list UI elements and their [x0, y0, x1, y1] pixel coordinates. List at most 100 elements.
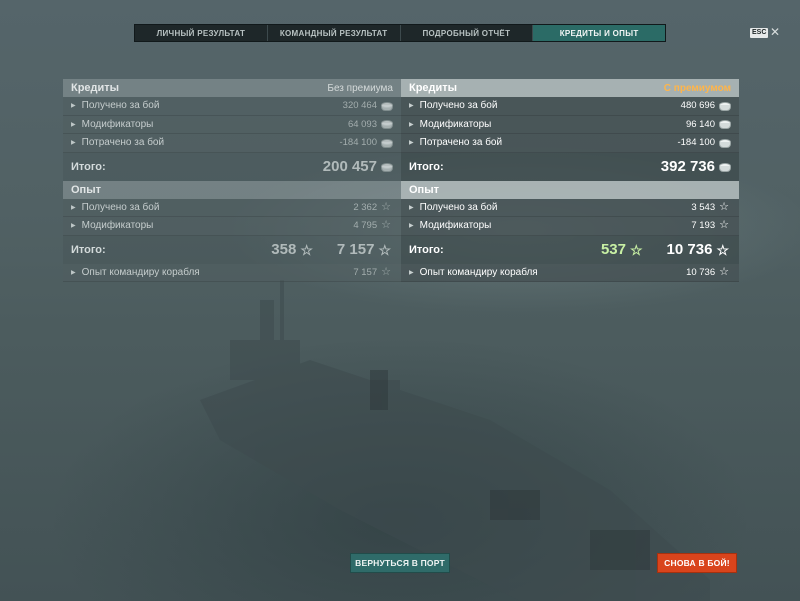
commander-xp-row[interactable]: ▶ Опыт командиру корабля 10 736 ☆	[401, 263, 739, 282]
ship-image	[200, 280, 710, 601]
commander-xp-row[interactable]: ▶ Опыт командиру корабля 7 157 ☆	[63, 263, 401, 282]
no-premium-column: Кредиты Без премиума ▶ Получено за бой 32…	[63, 79, 401, 282]
row-label: Получено за бой	[419, 201, 498, 213]
row-label: Модификаторы	[81, 118, 154, 130]
row-value: 320 464	[342, 100, 377, 112]
triangle-right-icon: ▶	[71, 103, 76, 110]
star-icon: ☆	[300, 241, 313, 258]
row-value: 3 543	[691, 201, 716, 213]
credit-coin-icon	[381, 101, 393, 111]
triangle-right-icon: ▶	[409, 223, 414, 230]
total-label: Итого:	[409, 243, 444, 256]
xp-title: Опыт	[409, 183, 439, 196]
triangle-right-icon: ▶	[409, 269, 414, 276]
credit-coin-icon	[719, 162, 731, 172]
credits-total-value: 200 457	[322, 158, 377, 175]
xp-total-value: 10 736	[666, 241, 713, 258]
total-label: Итого:	[409, 160, 444, 173]
credits-title: Кредиты	[409, 82, 458, 94]
row-label: Получено за бой	[81, 201, 160, 213]
total-label: Итого:	[71, 243, 106, 256]
xp-total-row: Итого: 537 ☆ 10 736 ☆	[401, 235, 739, 264]
xp-header: Опыт	[401, 180, 739, 199]
row-value: 4 795	[353, 220, 378, 232]
credit-coin-icon	[719, 138, 731, 148]
credit-coin-icon	[719, 120, 731, 130]
star-icon: ☆	[381, 265, 391, 278]
row-label: Модификаторы	[419, 118, 492, 130]
triangle-right-icon: ▶	[71, 204, 76, 211]
credits-total-row: Итого: 392 736	[401, 152, 739, 181]
tab-detailed-report[interactable]: ПОДРОБНЫЙ ОТЧЁТ	[401, 25, 534, 41]
close-icon[interactable]: ✕	[770, 25, 780, 39]
xp-total-row: Итого: 358 ☆ 7 157 ☆	[63, 235, 401, 264]
row-value: 10 736	[686, 266, 716, 278]
battle-again-button[interactable]: СНОВА В БОЙ!	[657, 553, 737, 573]
result-tabs: ЛИЧНЫЙ РЕЗУЛЬТАТ КОМАНДНЫЙ РЕЗУЛЬТАТ ПОД…	[134, 24, 666, 42]
triangle-right-icon: ▶	[409, 121, 414, 128]
triangle-right-icon: ▶	[71, 223, 76, 230]
tab-team-result[interactable]: КОМАНДНЫЙ РЕЗУЛЬТАТ	[268, 25, 401, 41]
xp-earned-row[interactable]: ▶ Получено за бой 3 543 ☆	[401, 198, 739, 217]
triangle-right-icon: ▶	[71, 269, 76, 276]
esc-key-badge[interactable]: ESC	[750, 28, 769, 38]
row-value: 96 140	[685, 118, 715, 130]
credits-total-row: Итого: 200 457	[63, 152, 401, 181]
credit-coin-icon	[381, 120, 393, 130]
row-value: -184 100	[677, 137, 715, 149]
credits-title: Кредиты	[71, 82, 120, 94]
row-label: Модификаторы	[419, 220, 492, 232]
credit-coin-icon	[381, 162, 393, 172]
row-label: Опыт командиру корабля	[419, 266, 538, 278]
row-label: Потрачено за бой	[419, 137, 503, 149]
xp-total-value: 7 157	[336, 241, 375, 258]
triangle-right-icon: ▶	[409, 140, 414, 147]
row-value: -184 100	[339, 137, 377, 149]
credit-coin-icon	[719, 101, 731, 111]
triangle-right-icon: ▶	[71, 140, 76, 147]
credits-earned-row[interactable]: ▶ Получено за бой 480 696	[401, 97, 739, 116]
star-icon: ☆	[381, 200, 391, 213]
triangle-right-icon: ▶	[409, 204, 414, 211]
credits-header: Кредиты Без премиума	[63, 79, 401, 97]
row-value: 7 193	[691, 220, 716, 232]
tab-credits-and-xp[interactable]: КРЕДИТЫ И ОПЫТ	[533, 25, 665, 41]
credit-coin-icon	[381, 138, 393, 148]
credits-modifiers-row[interactable]: ▶ Модификаторы 96 140	[401, 115, 739, 134]
row-value: 64 093	[347, 118, 377, 130]
triangle-right-icon: ▶	[409, 103, 414, 110]
row-label: Получено за бой	[81, 100, 160, 112]
row-label: Опыт командиру корабля	[81, 266, 200, 278]
star-icon: ☆	[381, 219, 391, 232]
credits-spent-row[interactable]: ▶ Потрачено за бой -184 100	[401, 134, 739, 153]
star-icon: ☆	[719, 200, 729, 213]
triangle-right-icon: ▶	[71, 121, 76, 128]
row-label: Получено за бой	[419, 100, 498, 112]
free-xp-value: 358	[271, 241, 297, 258]
row-label: Потрачено за бой	[81, 137, 165, 149]
xp-modifiers-row[interactable]: ▶ Модификаторы 7 193 ☆	[401, 217, 739, 236]
premium-label: С премиумом	[663, 82, 731, 94]
xp-modifiers-row[interactable]: ▶ Модификаторы 4 795 ☆	[63, 217, 401, 236]
credits-earned-row[interactable]: ▶ Получено за бой 320 464	[63, 97, 401, 116]
no-premium-label: Без премиума	[327, 82, 393, 94]
star-icon: ☆	[378, 241, 391, 258]
xp-header: Опыт	[63, 180, 401, 199]
xp-title: Опыт	[71, 183, 101, 196]
total-label: Итого:	[71, 160, 106, 173]
free-xp-value: 537	[600, 241, 626, 258]
credits-header: Кредиты С премиумом	[401, 79, 739, 97]
row-value: 7 157	[353, 266, 378, 278]
tab-personal-result[interactable]: ЛИЧНЫЙ РЕЗУЛЬТАТ	[135, 25, 268, 41]
row-label: Модификаторы	[81, 220, 154, 232]
star-icon: ☆	[719, 265, 729, 278]
credits-spent-row[interactable]: ▶ Потрачено за бой -184 100	[63, 134, 401, 153]
credits-modifiers-row[interactable]: ▶ Модификаторы 64 093	[63, 115, 401, 134]
credits-total-value: 392 736	[660, 158, 715, 175]
xp-earned-row[interactable]: ▶ Получено за бой 2 362 ☆	[63, 198, 401, 217]
star-icon: ☆	[716, 241, 729, 258]
star-icon: ☆	[719, 219, 729, 232]
row-value: 2 362	[353, 201, 378, 213]
return-to-port-button[interactable]: ВЕРНУТЬСЯ В ПОРТ	[350, 553, 450, 573]
premium-column: Кредиты С премиумом ▶ Получено за бой 480…	[401, 79, 739, 282]
